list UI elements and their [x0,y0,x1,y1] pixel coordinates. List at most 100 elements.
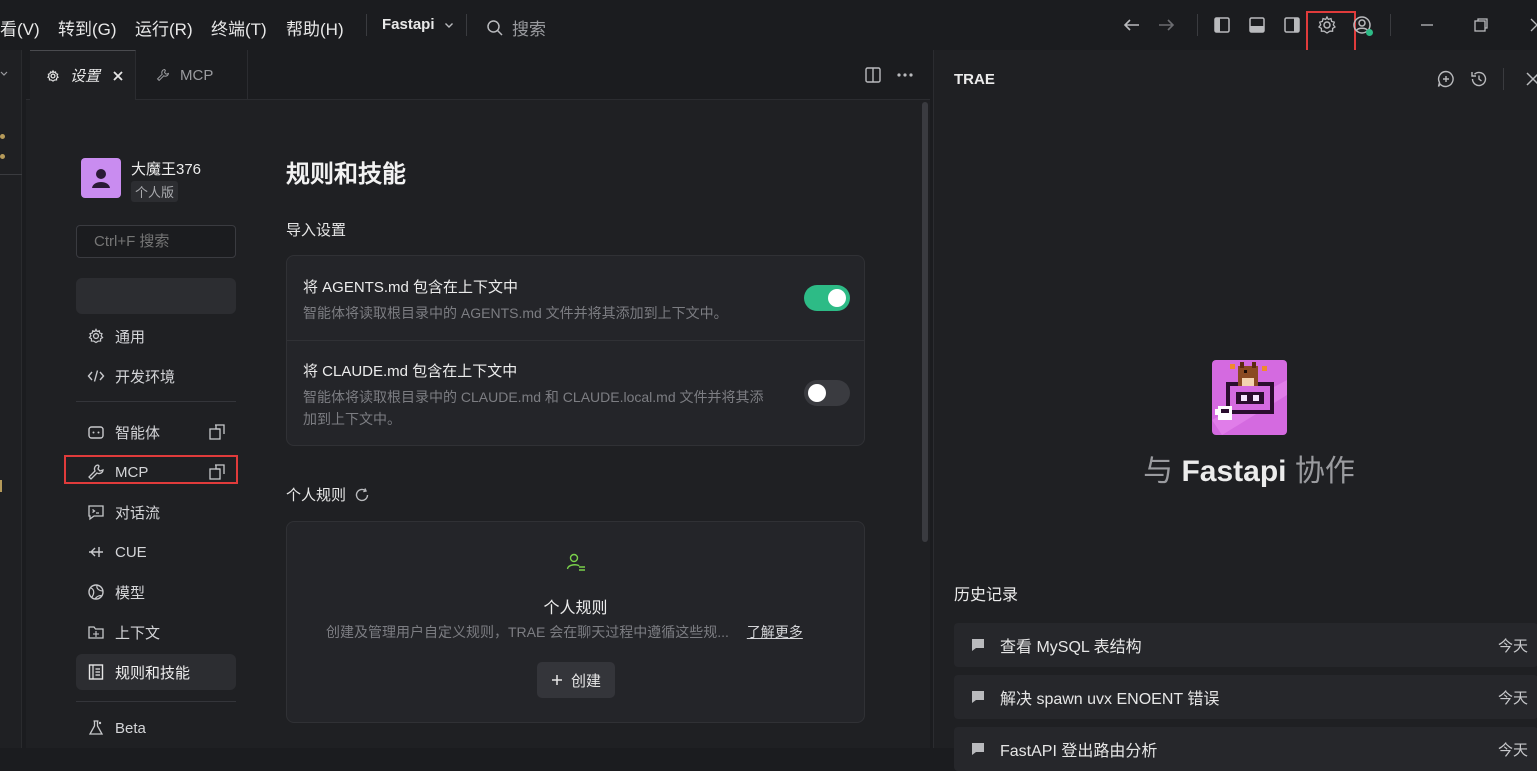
collab-suffix: 协作 [1294,455,1355,488]
scrollbar[interactable] [922,102,928,542]
sidebar-item-label: 规则和技能 [115,664,191,682]
claude-setting-description: 智能体将读取根目录中的 CLAUDE.md 和 CLAUDE.local.md … [303,389,764,405]
agents-setting-title: 将 AGENTS.md 包含在上下文中 [303,279,519,296]
collab-prefix: 与 [1143,455,1174,488]
create-button-label: 创建 [570,672,601,690]
sidebar-item-models[interactable]: 模型 [76,574,236,610]
trae-mascot-logo [1212,360,1287,435]
wrench-icon [156,69,170,82]
user-rules-icon [566,553,585,571]
sidebar-item-label: 智能体 [115,424,161,442]
chevron-icon [0,71,8,76]
close-icon[interactable] [1524,70,1537,88]
toggle-knob [808,384,826,402]
gear-icon [88,328,104,344]
sidebar-item-beta[interactable]: Beta [76,710,236,746]
sidebar-item-general[interactable]: 通用 [76,318,236,354]
menu-help[interactable]: 帮助(H) [286,15,344,40]
personal-rules-heading: 个人规则 [286,484,370,505]
sidebar-item-cue[interactable]: CUE [76,534,236,570]
toggle-bottom-panel-icon[interactable] [1246,14,1268,36]
row-divider [287,340,864,341]
sidebar-item-context[interactable]: 上下文 [76,614,236,650]
chat-bubble-icon [972,639,984,651]
sidebar-item-label: 通用 [115,328,146,346]
divider [0,174,22,175]
account-button[interactable] [1351,14,1373,36]
split-editor-icon[interactable] [864,66,882,84]
back-arrow-icon[interactable] [1121,14,1143,36]
close-window-icon[interactable] [1526,14,1537,36]
forward-arrow-icon[interactable] [1155,14,1177,36]
section-heading: 导入设置 [286,222,347,239]
settings-highlight-box [1306,11,1356,54]
tab-mcp[interactable]: MCP [136,50,248,100]
title-bar: 看(V) 转到(G) 运行(R) 终端(T) 帮助(H) Fastapi 搜索 [0,0,1537,54]
divider [466,14,467,36]
create-rule-button[interactable]: 创建 [537,662,615,698]
history-item-time: 今天 [1497,741,1528,759]
minimize-icon[interactable] [1416,14,1438,36]
history-icon[interactable] [1469,69,1489,89]
settings-search-input[interactable] [76,225,236,258]
sidebar-item-dev-env[interactable]: 开发环境 [76,358,236,394]
cue-icon [89,547,103,557]
menu-terminal[interactable]: 终端(T) [211,15,267,40]
restore-icon[interactable] [1470,14,1492,36]
project-switcher[interactable]: Fastapi [382,16,455,33]
tab-label: 设置 [70,68,101,85]
history-item-time: 今天 [1497,637,1528,655]
horse-mascot-icon [1212,362,1287,435]
plus-icon [551,675,562,685]
sidebar-item-label: 对话流 [115,504,161,522]
import-settings-card: 将 AGENTS.md 包含在上下文中 智能体将读取根目录中的 AGENTS.m… [286,255,865,446]
settings-editor: 设置 MCP 大魔王376 个人版 账号 通用 开发环境 智能体 MCP [26,50,930,748]
chevron-down-icon [444,22,453,28]
history-item[interactable]: FastAPI 登出路由分析 今天 [954,727,1537,771]
claude-setting-title: 将 CLAUDE.md 包含在上下文中 [303,363,518,380]
agents-toggle[interactable] [804,285,850,311]
open-external-icon[interactable] [208,423,226,441]
search-placeholder: 搜索 [512,20,546,39]
menu-view[interactable]: 看(V) [0,15,40,40]
search-icon [487,19,503,36]
chat-panel-title: TRAE [954,71,995,88]
flask-icon [88,720,104,735]
globe-icon [88,584,104,600]
toggle-left-panel-icon[interactable] [1211,14,1233,36]
global-search[interactable]: 搜索 [486,15,546,40]
sidebar-item-label: 模型 [115,584,146,602]
personal-rules-description: 创建及管理用户自定义规则，TRAE 会在聊天过程中遵循这些规... [326,624,729,640]
section-heading: 个人规则 [286,487,347,504]
claude-setting-description-cont: 加到上下文中。 [303,411,401,427]
toggle-right-panel-icon[interactable] [1281,14,1303,36]
menu-run[interactable]: 运行(R) [135,15,193,40]
sidebar-item-label: 开发环境 [115,368,176,386]
sidebar-item-label: CUE [115,543,147,561]
sidebar-item-rules-skills[interactable]: 规则和技能 [76,654,236,690]
claude-toggle[interactable] [804,380,850,406]
history-item[interactable]: 解决 spawn uvx ENOENT 错误 今天 [954,675,1537,719]
personal-rules-card-title: 个人规则 [543,600,608,617]
sidebar-item-agents[interactable]: 智能体 [76,414,236,450]
history-heading: 历史记录 [954,587,1019,604]
tab-settings[interactable]: 设置 [30,50,136,100]
nav-divider [76,701,236,702]
code-icon [87,370,105,382]
bot-icon [88,426,104,439]
history-item[interactable]: 查看 MySQL 表结构 今天 [954,623,1537,667]
agents-setting-description: 智能体将读取根目录中的 AGENTS.md 文件并将其添加到上下文中。 [303,305,728,321]
chat-bubble-icon [972,743,984,755]
tab-label: MCP [180,66,214,84]
menu-goto[interactable]: 转到(G) [58,15,117,40]
learn-more-link[interactable]: 了解更多 [747,624,803,640]
user-silhouette-icon [92,169,110,188]
folder-icon [88,626,104,639]
collaboration-heading: 与 Fastapi 协作 [934,446,1537,490]
close-icon[interactable] [112,70,124,82]
sidebar-item-dialog-flow[interactable]: 对话流 [76,494,236,530]
more-options-icon[interactable] [896,66,914,84]
marker [0,480,5,492]
new-chat-icon[interactable] [1436,69,1456,89]
refresh-icon[interactable] [354,487,370,503]
